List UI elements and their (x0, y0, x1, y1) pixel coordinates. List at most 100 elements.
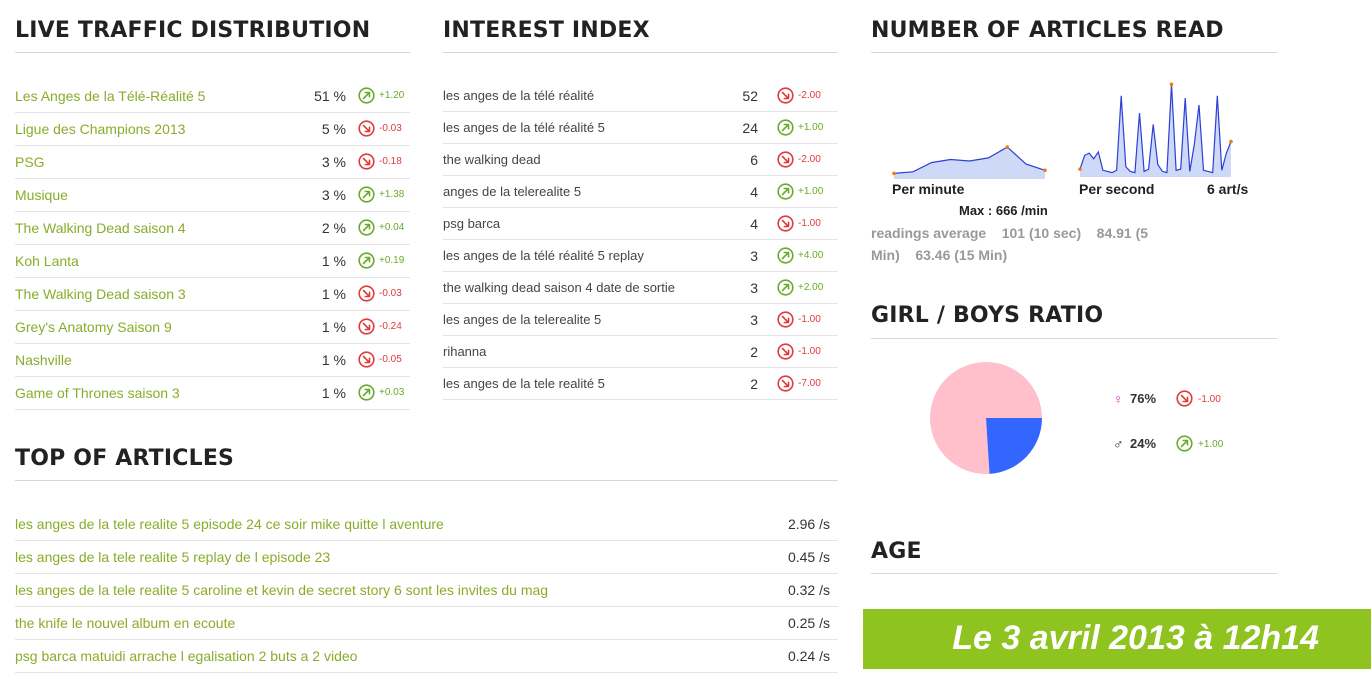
traffic-row-label[interactable]: PSG (15, 154, 45, 170)
traffic-row-label[interactable]: Ligue des Champions 2013 (15, 121, 185, 137)
traffic-row[interactable]: The Walking Dead saison 3 1 % -0.03 (15, 278, 410, 311)
traffic-row[interactable]: PSG 3 % -0.18 (15, 146, 410, 179)
interest-row-label[interactable]: les anges de la télé réalité 5 replay (443, 248, 644, 263)
trend-up-icon (358, 186, 375, 203)
trend-down-icon (1176, 390, 1193, 407)
traffic-row[interactable]: Game of Thrones saison 3 1 % +0.03 (15, 377, 410, 410)
interest-row-value: 2 (750, 344, 758, 360)
traffic-row-value: 2 % (321, 220, 346, 236)
traffic-row-value: 1 % (321, 253, 346, 269)
traffic-row-delta: +0.19 (379, 255, 405, 266)
traffic-row-value: 3 % (321, 154, 346, 170)
articles-read-title: NUMBER OF ARTICLES READ (871, 18, 1224, 43)
traffic-row-delta: -0.24 (379, 321, 402, 332)
traffic-row[interactable]: Nashville 1 % -0.05 (15, 344, 410, 377)
article-row[interactable]: the knife le nouvel album en ecoute 0.25 … (15, 607, 838, 640)
interest-row-label[interactable]: the walking dead saison 4 date de sortie (443, 280, 675, 295)
traffic-row-label[interactable]: Musique (15, 187, 68, 203)
interest-divider (443, 52, 838, 53)
traffic-row-delta: +0.04 (379, 222, 405, 233)
rate-value: 6 art/s (1207, 181, 1249, 197)
traffic-row-label[interactable]: Grey's Anatomy Saison 9 (15, 319, 172, 335)
boys-ratio: ♂ 24% +1.00 (1113, 435, 1233, 455)
traffic-row-value: 1 % (321, 352, 346, 368)
interest-row-value: 3 (750, 248, 758, 264)
article-row-label[interactable]: les anges de la tele realite 5 caroline … (15, 582, 548, 598)
per-minute-point (1043, 168, 1047, 173)
interest-row-value: 3 (750, 312, 758, 328)
interest-row[interactable]: anges de la telerealite 5 4 +1.00 (443, 176, 838, 208)
article-row-label[interactable]: les anges de la tele realite 5 replay de… (15, 549, 330, 565)
traffic-row-delta: -0.18 (379, 156, 402, 167)
traffic-row-label[interactable]: The Walking Dead saison 3 (15, 286, 186, 302)
traffic-row-value: 1 % (321, 385, 346, 401)
article-row-value: 2.96 /s (787, 516, 830, 532)
interest-row-label[interactable]: les anges de la télé réalité 5 (443, 120, 605, 135)
interest-row[interactable]: les anges de la tele realité 5 2 -7.00 (443, 368, 838, 400)
traffic-row-label[interactable]: Nashville (15, 352, 72, 368)
article-row-label[interactable]: psg barca matuidi arrache l egalisation … (15, 648, 357, 664)
traffic-row[interactable]: The Walking Dead saison 4 2 % +0.04 (15, 212, 410, 245)
per-minute-point (1005, 145, 1010, 149)
interest-row[interactable]: rihanna 2 -1.00 (443, 336, 838, 368)
traffic-row[interactable]: Grey's Anatomy Saison 9 1 % -0.24 (15, 311, 410, 344)
article-row-value: 0.45 /s (787, 549, 830, 565)
top-articles-divider (15, 480, 838, 481)
trend-up-icon (358, 252, 375, 269)
trend-down-icon (777, 343, 794, 360)
trend-down-icon (777, 151, 794, 168)
interest-row-value: 6 (750, 152, 758, 168)
article-row[interactable]: les anges de la tele realite 5 caroline … (15, 574, 838, 607)
article-row[interactable]: psg barca matuidi arrache l egalisation … (15, 640, 838, 673)
readings-average-line1: readings average 101 (10 sec) 84.91 (5 (871, 225, 1149, 241)
interest-row-value: 4 (750, 184, 758, 200)
interest-row-label[interactable]: the walking dead (443, 152, 541, 167)
traffic-row[interactable]: Koh Lanta 1 % +0.19 (15, 245, 410, 278)
interest-row-delta: +2.00 (798, 282, 824, 293)
per-minute-area (894, 147, 1045, 179)
interest-row-label[interactable]: anges de la telerealite 5 (443, 184, 581, 199)
article-row[interactable]: les anges de la tele realite 5 replay de… (15, 541, 838, 574)
article-row-value: 0.24 /s (787, 648, 830, 664)
traffic-row-label[interactable]: Koh Lanta (15, 253, 79, 269)
interest-row[interactable]: les anges de la télé réalité 52 -2.00 (443, 80, 838, 112)
traffic-row-label[interactable]: Game of Thrones saison 3 (15, 385, 180, 401)
interest-row-label[interactable]: les anges de la télé réalité (443, 88, 594, 103)
interest-row[interactable]: the walking dead saison 4 date de sortie… (443, 272, 838, 304)
readings-average-line2: Min) 63.46 (15 Min) (871, 247, 1008, 263)
article-row-label[interactable]: the knife le nouvel album en ecoute (15, 615, 235, 631)
interest-row-label[interactable]: les anges de la tele realité 5 (443, 376, 605, 391)
male-icon: ♂ (1113, 436, 1124, 452)
date-banner-text: Le 3 avril 2013 à 12h14 (952, 619, 1319, 657)
article-row-label[interactable]: les anges de la tele realite 5 episode 2… (15, 516, 444, 532)
trend-up-icon (777, 119, 794, 136)
traffic-row[interactable]: Musique 3 % +1.38 (15, 179, 410, 212)
interest-row-delta: +1.00 (798, 186, 824, 197)
top-articles-title: TOP OF ARTICLES (15, 446, 235, 471)
female-icon: ♀ (1113, 391, 1124, 407)
trend-up-icon (777, 183, 794, 200)
traffic-row[interactable]: Ligue des Champions 2013 5 % -0.03 (15, 113, 410, 146)
interest-row[interactable]: les anges de la telerealite 5 3 -1.00 (443, 304, 838, 336)
interest-row-delta: -1.00 (798, 218, 821, 229)
traffic-row[interactable]: Les Anges de la Télé-Réalité 5 51 % +1.20 (15, 80, 410, 113)
article-row-value: 0.25 /s (787, 615, 830, 631)
interest-row-value: 3 (750, 280, 758, 296)
traffic-row-value: 3 % (321, 187, 346, 203)
interest-row-label[interactable]: rihanna (443, 344, 486, 359)
interest-row[interactable]: les anges de la télé réalité 5 24 +1.00 (443, 112, 838, 144)
girls-delta: -1.00 (1198, 394, 1221, 405)
traffic-row-label[interactable]: The Walking Dead saison 4 (15, 220, 186, 236)
article-row[interactable]: les anges de la tele realite 5 episode 2… (15, 508, 838, 541)
interest-row[interactable]: the walking dead 6 -2.00 (443, 144, 838, 176)
max-value: Max : 666 /min (959, 203, 1048, 218)
interest-row[interactable]: les anges de la télé réalité 5 replay 3 +4… (443, 240, 838, 272)
trend-down-icon (777, 375, 794, 392)
per-second-point (1078, 167, 1082, 171)
traffic-row-value: 5 % (321, 121, 346, 137)
interest-row[interactable]: psg barca 4 -1.00 (443, 208, 838, 240)
interest-row-label[interactable]: psg barca (443, 216, 500, 231)
traffic-row-label[interactable]: Les Anges de la Télé-Réalité 5 (15, 88, 205, 104)
girls-percent: 76% (1130, 391, 1157, 406)
interest-row-label[interactable]: les anges de la telerealite 5 (443, 312, 601, 327)
